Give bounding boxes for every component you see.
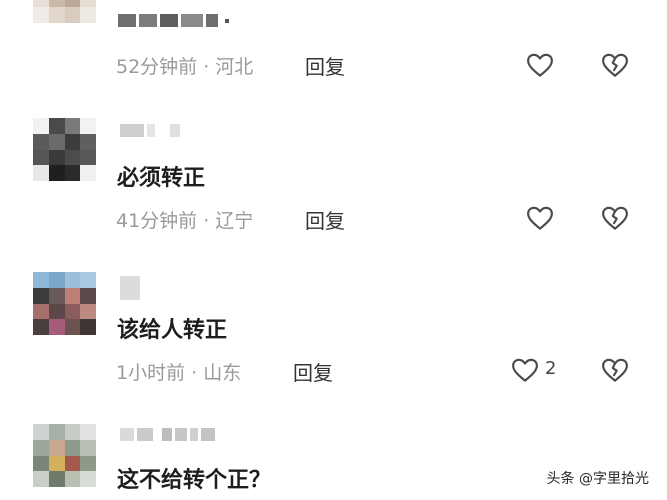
avatar[interactable] — [33, 0, 96, 23]
avatar[interactable] — [33, 272, 96, 335]
broken-heart-icon[interactable] — [600, 50, 630, 80]
avatar[interactable] — [33, 118, 96, 181]
comment-text: 必须转正 — [117, 166, 206, 191]
username[interactable] — [118, 14, 229, 27]
username[interactable] — [120, 428, 215, 441]
broken-heart-icon[interactable] — [600, 355, 630, 385]
comment-meta: 52分钟前 · 河北 — [116, 56, 254, 78]
heart-outline-icon[interactable] — [525, 203, 555, 233]
reply-button[interactable]: 回复 — [305, 51, 345, 80]
broken-heart-icon[interactable] — [600, 203, 630, 233]
reply-button[interactable]: 回复 — [293, 357, 333, 386]
avatar[interactable] — [33, 424, 96, 487]
like-count: 2 — [545, 358, 557, 379]
username[interactable] — [120, 276, 140, 300]
username[interactable] — [120, 124, 180, 137]
comment-text: 该给人转正 — [117, 318, 228, 343]
comment-meta: 41分钟前 · 辽宁 — [116, 210, 254, 232]
comment-meta: 1小时前 · 山东 — [116, 362, 242, 384]
watermark: 头条 @字里拾光 — [546, 471, 649, 487]
heart-outline-icon[interactable] — [510, 355, 540, 385]
reply-button[interactable]: 回复 — [305, 205, 345, 234]
comment-list: 52分钟前 · 河北 回复 必须转正 41分钟前 · 辽宁 回复 该给人转正 1… — [0, 0, 667, 500]
heart-outline-icon[interactable] — [525, 50, 555, 80]
comment-text: 这不给转个正？ — [117, 468, 272, 493]
